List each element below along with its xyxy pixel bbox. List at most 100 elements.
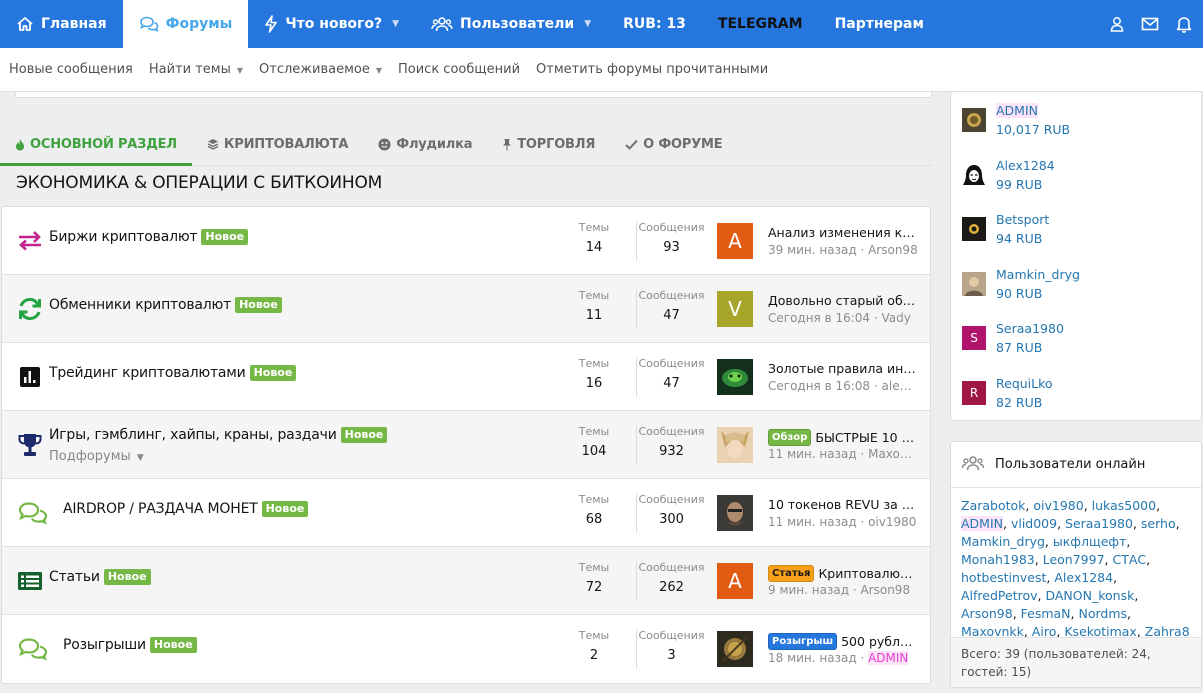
subnav-search-posts[interactable]: Поиск сообщений [398, 62, 520, 77]
last-post-title[interactable]: Анализ изменения ку... [768, 225, 918, 240]
tab-trade[interactable]: ТОРГОВЛЯ [487, 122, 610, 166]
tab-about[interactable]: О ФОРУМЕ [610, 122, 737, 166]
subnav-new-posts[interactable]: Новые сообщения [9, 62, 133, 77]
node-title-link[interactable]: Биржи криптовалют [49, 229, 198, 245]
avatar[interactable] [962, 108, 986, 132]
online-user-link[interactable]: Leon7997 [1043, 552, 1105, 567]
node-title-link[interactable]: Игры, гэмблинг, хайпы, краны, раздачи [49, 427, 337, 443]
online-user-link[interactable]: Mamkin_dryg [961, 534, 1045, 549]
online-user-link[interactable]: FesmaN [1021, 606, 1071, 621]
online-user-link[interactable]: ADMIN [961, 516, 1003, 531]
last-post-title[interactable]: Золотые правила инв... [768, 361, 918, 376]
messages-stat: Сообщения 932 [636, 425, 706, 465]
avatar[interactable]: R [962, 381, 986, 405]
avatar[interactable]: V [717, 291, 753, 327]
prefix-badge[interactable]: Розыгрыш [768, 633, 838, 650]
avatar[interactable]: S [962, 326, 986, 350]
user-link[interactable]: RequiLko [996, 376, 1053, 391]
last-post-title[interactable]: Статья Криптовалютн... [768, 565, 918, 582]
last-post-time[interactable]: 9 мин. назад [768, 583, 849, 597]
subnav-watched[interactable]: Отслеживаемое ▼ [259, 62, 382, 77]
user-link[interactable]: Mamkin_dryg [996, 267, 1080, 282]
online-user-link[interactable]: DANON_konsk [1045, 588, 1134, 603]
online-user-link[interactable]: Arson98 [961, 606, 1013, 621]
avatar[interactable] [717, 631, 753, 667]
online-user-link[interactable]: lukas5000 [1092, 498, 1156, 513]
avatar[interactable] [717, 359, 753, 395]
avatar[interactable]: A [717, 223, 753, 259]
nav-tab-whats-new[interactable]: Что нового? ▼ [248, 0, 415, 48]
online-user-link[interactable]: Nordms [1079, 606, 1128, 621]
nav-tab-forums[interactable]: Форумы [122, 0, 249, 48]
forum-node: AIRDROP / РАЗДАЧА МОНЕТ Новое Темы 68 Соо… [2, 479, 930, 547]
avatar[interactable] [717, 427, 753, 463]
chevron-down-icon[interactable]: ▼ [392, 19, 399, 29]
nav-tab-home[interactable]: Главная [0, 0, 123, 48]
node-title-link[interactable]: Обменники криптовалют [49, 297, 231, 313]
online-user-link[interactable]: Seraa1980 [1065, 516, 1133, 531]
last-post-user[interactable]: Arson98 [868, 243, 918, 257]
trophy-icon [17, 411, 43, 479]
node-title-link[interactable]: Розыгрыши [63, 637, 146, 653]
last-post-time[interactable]: 11 мин. назад [768, 515, 857, 529]
online-user-link[interactable]: vlid009 [1011, 516, 1057, 531]
nav-tab-balance[interactable]: RUB: 13 [607, 0, 702, 48]
last-post-title[interactable]: Обзор БЫСТРЫЕ 10 Р... [768, 429, 918, 446]
mail-icon[interactable] [1141, 16, 1159, 32]
avatar[interactable] [717, 495, 753, 531]
online-user-link[interactable]: serho [1141, 516, 1176, 531]
node-title-link[interactable]: Статьи [49, 569, 100, 585]
bell-icon[interactable] [1175, 15, 1193, 33]
avatar-letter: A [728, 569, 742, 593]
last-post-user[interactable]: oiv1980 [868, 515, 916, 529]
last-post-user[interactable]: Arson98 [860, 583, 910, 597]
online-user-link[interactable]: hotbestinvest [961, 570, 1046, 585]
messages-count: 47 [663, 376, 680, 391]
node-title-link[interactable]: AIRDROP / РАЗДАЧА МОНЕТ [63, 501, 258, 517]
node-title-link[interactable]: Трейдинг криптовалютами [49, 365, 246, 381]
richest-user-row: Alex1284 99 RUB [962, 158, 1192, 198]
last-post-title[interactable]: Розыгрыш500 рублей ... [768, 633, 918, 650]
avatar[interactable] [962, 217, 986, 241]
subnav-mark-read[interactable]: Отметить форумы прочитанными [536, 62, 768, 77]
user-link[interactable]: Betsport [996, 212, 1049, 227]
online-user-link[interactable]: AlfredPetrov [961, 588, 1038, 603]
last-post-time[interactable]: Сегодня в 16:08 [768, 379, 870, 393]
user-link[interactable]: ADMIN [996, 103, 1038, 118]
messages-count: 932 [659, 444, 684, 459]
user-icon[interactable] [1109, 16, 1125, 32]
prefix-badge[interactable]: Обзор [768, 429, 812, 446]
avatar[interactable] [962, 163, 986, 187]
last-post-time[interactable]: 18 мин. назад [768, 651, 857, 665]
last-post-title[interactable]: 10 токенов REVU за ре... [768, 497, 918, 512]
nav-tab-telegram[interactable]: TELEGRAM [702, 0, 819, 48]
tab-flood[interactable]: Флудилка [363, 122, 487, 166]
subforums-toggle[interactable]: Подфорумы ▼ [49, 449, 144, 464]
prefix-badge[interactable]: Статья [768, 565, 815, 582]
chevron-down-icon[interactable]: ▼ [584, 19, 591, 29]
flame-icon [15, 138, 25, 151]
online-user-link[interactable]: Alex1284 [1054, 570, 1113, 585]
last-post-user[interactable]: Vady [882, 311, 911, 325]
nav-tab-users[interactable]: Пользователи ▼ [415, 0, 607, 48]
tab-crypto[interactable]: КРИПТОВАЛЮТА [192, 122, 363, 166]
online-user-link[interactable]: Monah1983 [961, 552, 1035, 567]
tab-main-section[interactable]: ОСНОВНОЙ РАЗДЕЛ [0, 122, 192, 166]
last-post-title[interactable]: Довольно старый обм... [768, 293, 918, 308]
online-user-link[interactable]: Zarabotok [961, 498, 1025, 513]
last-post-time[interactable]: 11 мин. назад [768, 447, 857, 461]
last-post-time[interactable]: 39 мин. назад [768, 243, 857, 257]
online-user-link[interactable]: oiv1980 [1033, 498, 1083, 513]
last-post-user[interactable]: Maxovn... [868, 447, 918, 461]
subnav-find-threads[interactable]: Найти темы ▼ [149, 62, 243, 77]
last-post-time[interactable]: Сегодня в 16:04 [768, 311, 870, 325]
last-post-user[interactable]: ADMIN [868, 651, 909, 665]
online-user-link[interactable]: ыкфлщефт [1053, 534, 1127, 549]
last-post-user[interactable]: alekse... [882, 379, 918, 393]
user-link[interactable]: Alex1284 [996, 158, 1055, 173]
avatar[interactable] [962, 272, 986, 296]
avatar[interactable]: A [717, 563, 753, 599]
user-link[interactable]: Seraa1980 [996, 321, 1064, 336]
nav-tab-partners[interactable]: Партнерам [819, 0, 940, 48]
online-user-link[interactable]: СТАС [1112, 552, 1146, 567]
